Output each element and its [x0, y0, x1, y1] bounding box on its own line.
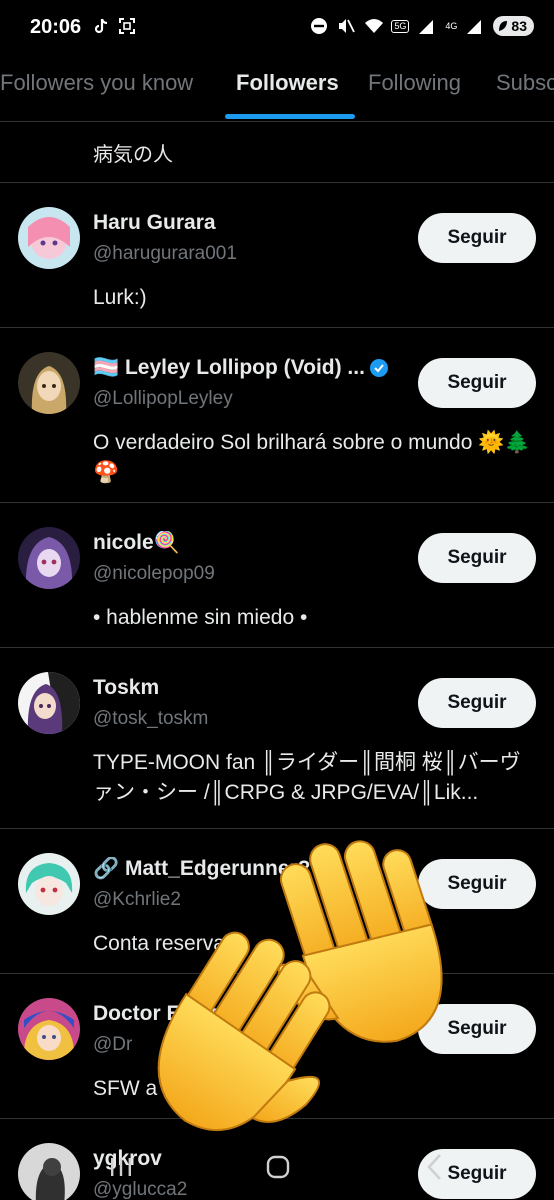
- follow-button[interactable]: Seguir: [418, 213, 536, 263]
- tiktok-icon: [92, 17, 110, 35]
- battery-level: 83: [511, 18, 527, 34]
- user-name[interactable]: nicole🍭: [93, 531, 180, 555]
- status-left-icons: [92, 17, 136, 35]
- tab-following[interactable]: Following: [368, 70, 461, 96]
- mute-icon: [337, 17, 356, 35]
- network-5g-label: 5G: [391, 19, 410, 33]
- previous-user-bio: 病気の人: [0, 122, 554, 183]
- user-handle: @LollipopLeyley: [93, 388, 233, 409]
- follow-button[interactable]: Seguir: [418, 859, 536, 909]
- user-handle: @Dr: [93, 1034, 133, 1055]
- tab-bar: Followers you know Followers Following S…: [0, 58, 554, 122]
- network-4g-label: 4G: [445, 21, 458, 31]
- followers-list: 病気の人 Haru Gurara @harugurara001 Lurk:) S…: [0, 122, 554, 1200]
- user-name[interactable]: Haru Gurara: [93, 211, 216, 235]
- user-bio: Lurk:): [93, 286, 147, 309]
- user-name[interactable]: Doctor Elliate: [93, 1002, 228, 1026]
- system-nav-bar: [0, 1140, 554, 1200]
- user-name[interactable]: Toskm: [93, 676, 159, 700]
- status-bar: 20:06 5G 4G 83: [0, 0, 554, 58]
- tab-followers-you-know[interactable]: Followers you know: [0, 70, 193, 96]
- status-time: 20:06: [30, 16, 82, 38]
- follow-button[interactable]: Seguir: [418, 358, 536, 408]
- avatar[interactable]: [18, 853, 80, 915]
- user-bio: O verdadeiro Sol brilhará sobre o mundo …: [93, 431, 531, 484]
- battery-saver-icon: [499, 21, 508, 31]
- signal-icon: [418, 17, 436, 35]
- user-row[interactable]: nicole🍭 @nicolepop09 • hablenme sin mied…: [0, 503, 554, 648]
- verified-badge-icon: [369, 359, 388, 378]
- user-name[interactable]: 🏳️‍⚧️ Leyley Lollipop (Void) ...: [93, 356, 389, 380]
- user-bio: SFW a st: [93, 1077, 256, 1100]
- user-row[interactable]: Haru Gurara @harugurara001 Lurk:) Seguir: [0, 183, 554, 328]
- user-row[interactable]: Toskm @tosk_toskm TYPE-MOON fan ║ライダー║間桐…: [0, 648, 554, 829]
- avatar[interactable]: [18, 527, 80, 589]
- user-handle: @Kchrlie2: [93, 889, 181, 910]
- follow-button[interactable]: Seguir: [418, 678, 536, 728]
- recent-apps-icon[interactable]: [108, 1154, 134, 1185]
- battery-indicator: 83: [493, 16, 534, 36]
- user-bio: • hablenme sin miedo •: [93, 606, 308, 629]
- follow-button[interactable]: Seguir: [418, 533, 536, 583]
- avatar[interactable]: [18, 998, 80, 1060]
- user-handle: @nicolepop09: [93, 563, 215, 584]
- user-bio: Conta reserva!: [93, 932, 231, 955]
- user-name[interactable]: 🔗 Matt_Edgerunner?: [93, 857, 311, 881]
- user-name-text[interactable]: 🏳️‍⚧️ Leyley Lollipop (Void) ...: [93, 356, 365, 379]
- follow-button[interactable]: Seguir: [418, 1004, 536, 1054]
- tab-subscriptions[interactable]: Subsc: [496, 70, 554, 96]
- tab-followers[interactable]: Followers: [236, 70, 339, 96]
- active-tab-indicator: [225, 114, 355, 119]
- scan-icon: [118, 17, 136, 35]
- status-right-icons: 5G 4G 83: [310, 16, 534, 36]
- avatar[interactable]: [18, 352, 80, 414]
- user-row[interactable]: Doctor Elliate @Dr SFW a st Seguir: [0, 974, 554, 1119]
- signal-icon: [466, 17, 484, 35]
- wifi-icon: [364, 17, 384, 35]
- back-icon[interactable]: [424, 1152, 446, 1187]
- avatar[interactable]: [18, 207, 80, 269]
- home-icon[interactable]: [265, 1154, 291, 1185]
- user-handle: @tosk_toskm: [93, 708, 209, 729]
- user-handle: @harugurara001: [93, 243, 237, 264]
- do-not-disturb-icon: [310, 17, 328, 35]
- user-row[interactable]: 🏳️‍⚧️ Leyley Lollipop (Void) ... @Lollip…: [0, 328, 554, 503]
- user-bio: TYPE-MOON fan ║ライダー║間桐 桜║バーヴァン・シー /║CRPG…: [93, 751, 521, 804]
- avatar[interactable]: [18, 672, 80, 734]
- user-row[interactable]: 🔗 Matt_Edgerunner? @Kchrlie2 Conta reser…: [0, 829, 554, 974]
